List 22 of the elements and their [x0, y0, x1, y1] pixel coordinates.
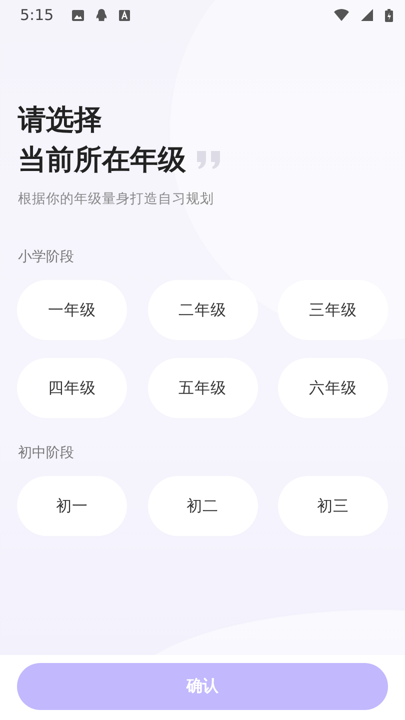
- grade-option[interactable]: 初一: [17, 476, 127, 536]
- grade-option[interactable]: 三年级: [278, 280, 388, 340]
- signal-icon: [361, 9, 373, 21]
- penguin-icon: [96, 9, 107, 21]
- grade-option[interactable]: 六年级: [278, 358, 388, 418]
- section-title: 初中阶段: [18, 444, 75, 462]
- grade-option[interactable]: 四年级: [17, 358, 127, 418]
- page-title: 请选择: [18, 102, 102, 138]
- battery-icon: [385, 8, 393, 22]
- status-time: 5:15: [20, 6, 54, 24]
- subtitle: 根据你的年级量身打造自习规划: [18, 190, 215, 208]
- grade-option[interactable]: 初二: [148, 476, 258, 536]
- page-title: 当前所在年级: [18, 142, 186, 178]
- grade-option[interactable]: 初三: [278, 476, 388, 536]
- section-title: 小学阶段: [18, 248, 75, 266]
- quote-icon: [196, 151, 222, 169]
- wifi-icon: [334, 9, 349, 21]
- grade-option[interactable]: 五年级: [148, 358, 258, 418]
- keyboard-icon: [118, 10, 130, 20]
- image-icon: [72, 10, 84, 20]
- grade-option[interactable]: 二年级: [148, 280, 258, 340]
- grade-option[interactable]: 一年级: [17, 280, 127, 340]
